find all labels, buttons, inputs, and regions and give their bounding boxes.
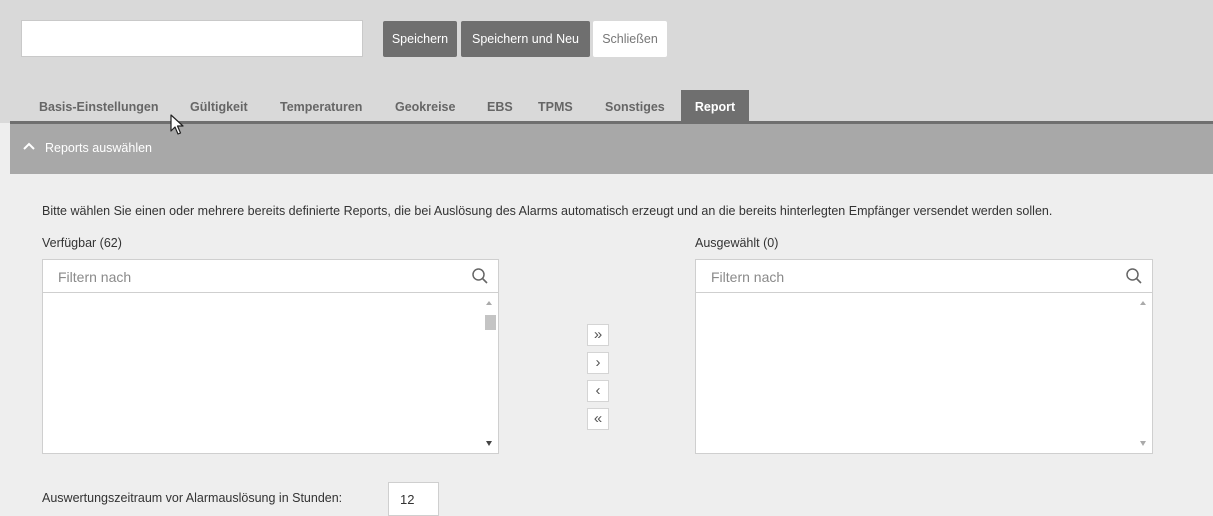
tab-basis-einstellungen[interactable]: Basis-Einstellungen bbox=[39, 90, 158, 123]
name-input[interactable] bbox=[21, 20, 363, 57]
move-all-left-button[interactable]: « bbox=[587, 408, 609, 430]
selected-list-scrollbar[interactable] bbox=[1137, 295, 1150, 450]
selected-filter bbox=[695, 259, 1153, 294]
scroll-down-arrow-icon[interactable] bbox=[486, 441, 492, 446]
toolbar: Speichern Speichern und Neu Schließen Ba… bbox=[0, 0, 1213, 123]
selected-list[interactable] bbox=[695, 293, 1153, 454]
scroll-up-arrow-icon[interactable] bbox=[486, 301, 492, 305]
move-all-right-button[interactable]: » bbox=[587, 324, 609, 346]
chevron-up-icon bbox=[22, 139, 36, 156]
available-list[interactable] bbox=[42, 293, 499, 454]
mouse-pointer-icon bbox=[170, 114, 186, 141]
search-icon[interactable] bbox=[1125, 267, 1143, 290]
tab-gueltigkeit[interactable]: Gültigkeit bbox=[190, 90, 248, 123]
available-filter-input[interactable] bbox=[56, 260, 440, 294]
tab-temperaturen[interactable]: Temperaturen bbox=[280, 90, 362, 123]
reports-section-header[interactable]: Reports auswählen bbox=[10, 124, 1213, 174]
selected-filter-input[interactable] bbox=[709, 260, 1093, 294]
tab-tpms[interactable]: TPMS bbox=[538, 90, 573, 123]
instructions-text: Bitte wählen Sie einen oder mehrere bere… bbox=[42, 204, 1053, 218]
available-filter bbox=[42, 259, 499, 294]
scroll-down-arrow-icon[interactable] bbox=[1140, 441, 1146, 446]
close-button[interactable]: Schließen bbox=[593, 21, 667, 57]
search-icon[interactable] bbox=[471, 267, 489, 290]
move-right-button[interactable]: › bbox=[587, 352, 609, 374]
tab-sonstiges[interactable]: Sonstiges bbox=[605, 90, 665, 123]
tab-report[interactable]: Report bbox=[681, 90, 749, 123]
available-label: Verfügbar (62) bbox=[42, 236, 122, 250]
move-left-button[interactable]: ‹ bbox=[587, 380, 609, 402]
save-and-new-button[interactable]: Speichern und Neu bbox=[461, 21, 590, 57]
selected-label: Ausgewählt (0) bbox=[695, 236, 779, 250]
save-button[interactable]: Speichern bbox=[383, 21, 457, 57]
section-title: Reports auswählen bbox=[45, 141, 153, 155]
available-list-scrollbar[interactable] bbox=[483, 295, 496, 450]
tab-ebs[interactable]: EBS bbox=[487, 90, 513, 123]
evaluation-period-label: Auswertungszeitraum vor Alarmauslösung i… bbox=[42, 491, 343, 505]
evaluation-hours-input[interactable] bbox=[388, 482, 439, 516]
tab-geokreise[interactable]: Geokreise bbox=[395, 90, 455, 123]
scroll-thumb[interactable] bbox=[485, 315, 496, 330]
scroll-up-arrow-icon[interactable] bbox=[1140, 301, 1146, 305]
